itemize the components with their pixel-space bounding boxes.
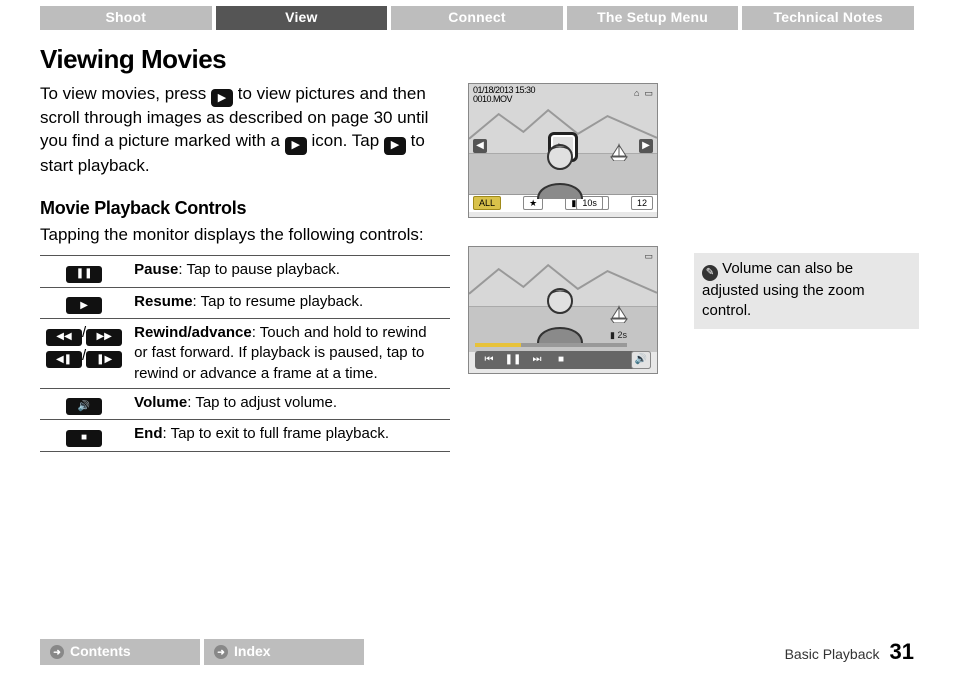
lcd-top-right: ⌂ ▭	[634, 87, 653, 99]
person-icon	[530, 285, 590, 343]
lcd2-fwd-icon: ⏭	[529, 353, 545, 367]
movie-marker-icon: ▶	[285, 137, 307, 155]
tab-connect[interactable]: Connect	[391, 6, 563, 30]
lcd-count-chip: 12	[631, 196, 653, 210]
tab-shoot[interactable]: Shoot	[40, 6, 212, 30]
end-icon: ■	[66, 430, 102, 447]
play-icon: ▶	[384, 137, 406, 155]
pause-icon: ❚❚	[66, 266, 102, 283]
pencil-icon: ✎	[702, 265, 718, 281]
lcd-all-chip: ALL	[473, 196, 501, 210]
footer-contents[interactable]: ➜ Contents	[40, 639, 200, 665]
controls-intro: Tapping the monitor displays the followi…	[40, 224, 450, 247]
lcd2-volume-icon: 🔊	[631, 351, 651, 369]
lcd2-controls-bar: ⏮ ❚❚ ⏭ ■	[475, 351, 651, 369]
lcd-date: 01/18/2013 15:300010.MOV	[473, 86, 535, 105]
prev-icon: ◀	[473, 139, 487, 153]
intro-paragraph: To view movies, press ▶ to view pictures…	[40, 83, 450, 178]
page-title: Viewing Movies	[40, 42, 914, 77]
person-icon	[530, 141, 590, 199]
top-tabs: Shoot View Connect The Setup Menu Techni…	[0, 0, 954, 30]
tab-tech[interactable]: Technical Notes	[742, 6, 914, 30]
arrow-icon: ➜	[50, 645, 64, 659]
tab-view[interactable]: View	[216, 6, 388, 30]
footer-index[interactable]: ➜ Index	[204, 639, 364, 665]
tab-setup[interactable]: The Setup Menu	[567, 6, 739, 30]
footer: ➜ Contents ➜ Index Basic Playback 31	[0, 637, 954, 667]
frame-fwd-icon: ❚▶	[86, 351, 122, 368]
lcd2-pause-icon: ❚❚	[505, 353, 521, 367]
lcd2-rewind-icon: ⏮	[481, 353, 497, 367]
controls-heading: Movie Playback Controls	[40, 196, 450, 220]
rewind-icon: ◀◀	[46, 329, 82, 346]
arrow-icon: ➜	[214, 645, 228, 659]
next-icon: ▶	[639, 139, 653, 153]
playback-icon: ▶	[211, 89, 233, 107]
lcd-playback-controls: ▭	[468, 246, 658, 374]
advance-icon: ▶▶	[86, 329, 122, 346]
lcd2-progress	[475, 343, 627, 347]
sailboat-icon	[609, 143, 629, 161]
tip-box: ✎ Volume can also be adjusted using the …	[694, 253, 919, 329]
lcd2-stop-icon: ■	[553, 353, 569, 367]
sailboat-icon	[609, 305, 629, 323]
frame-back-icon: ◀❚	[46, 351, 82, 368]
lcd-movie-preview: 01/18/2013 15:300010.MOV ⌂ ▭ ◀ ▶ ▶	[468, 83, 658, 218]
resume-icon: ▶	[66, 297, 102, 314]
controls-table: ❚❚ Pause: Tap to pause playback. ▶ Resum…	[40, 255, 450, 452]
page-folio: Basic Playback 31	[785, 637, 914, 667]
lcd2-time: ▮ 2s	[610, 329, 627, 341]
volume-icon: 🔊	[66, 398, 102, 415]
